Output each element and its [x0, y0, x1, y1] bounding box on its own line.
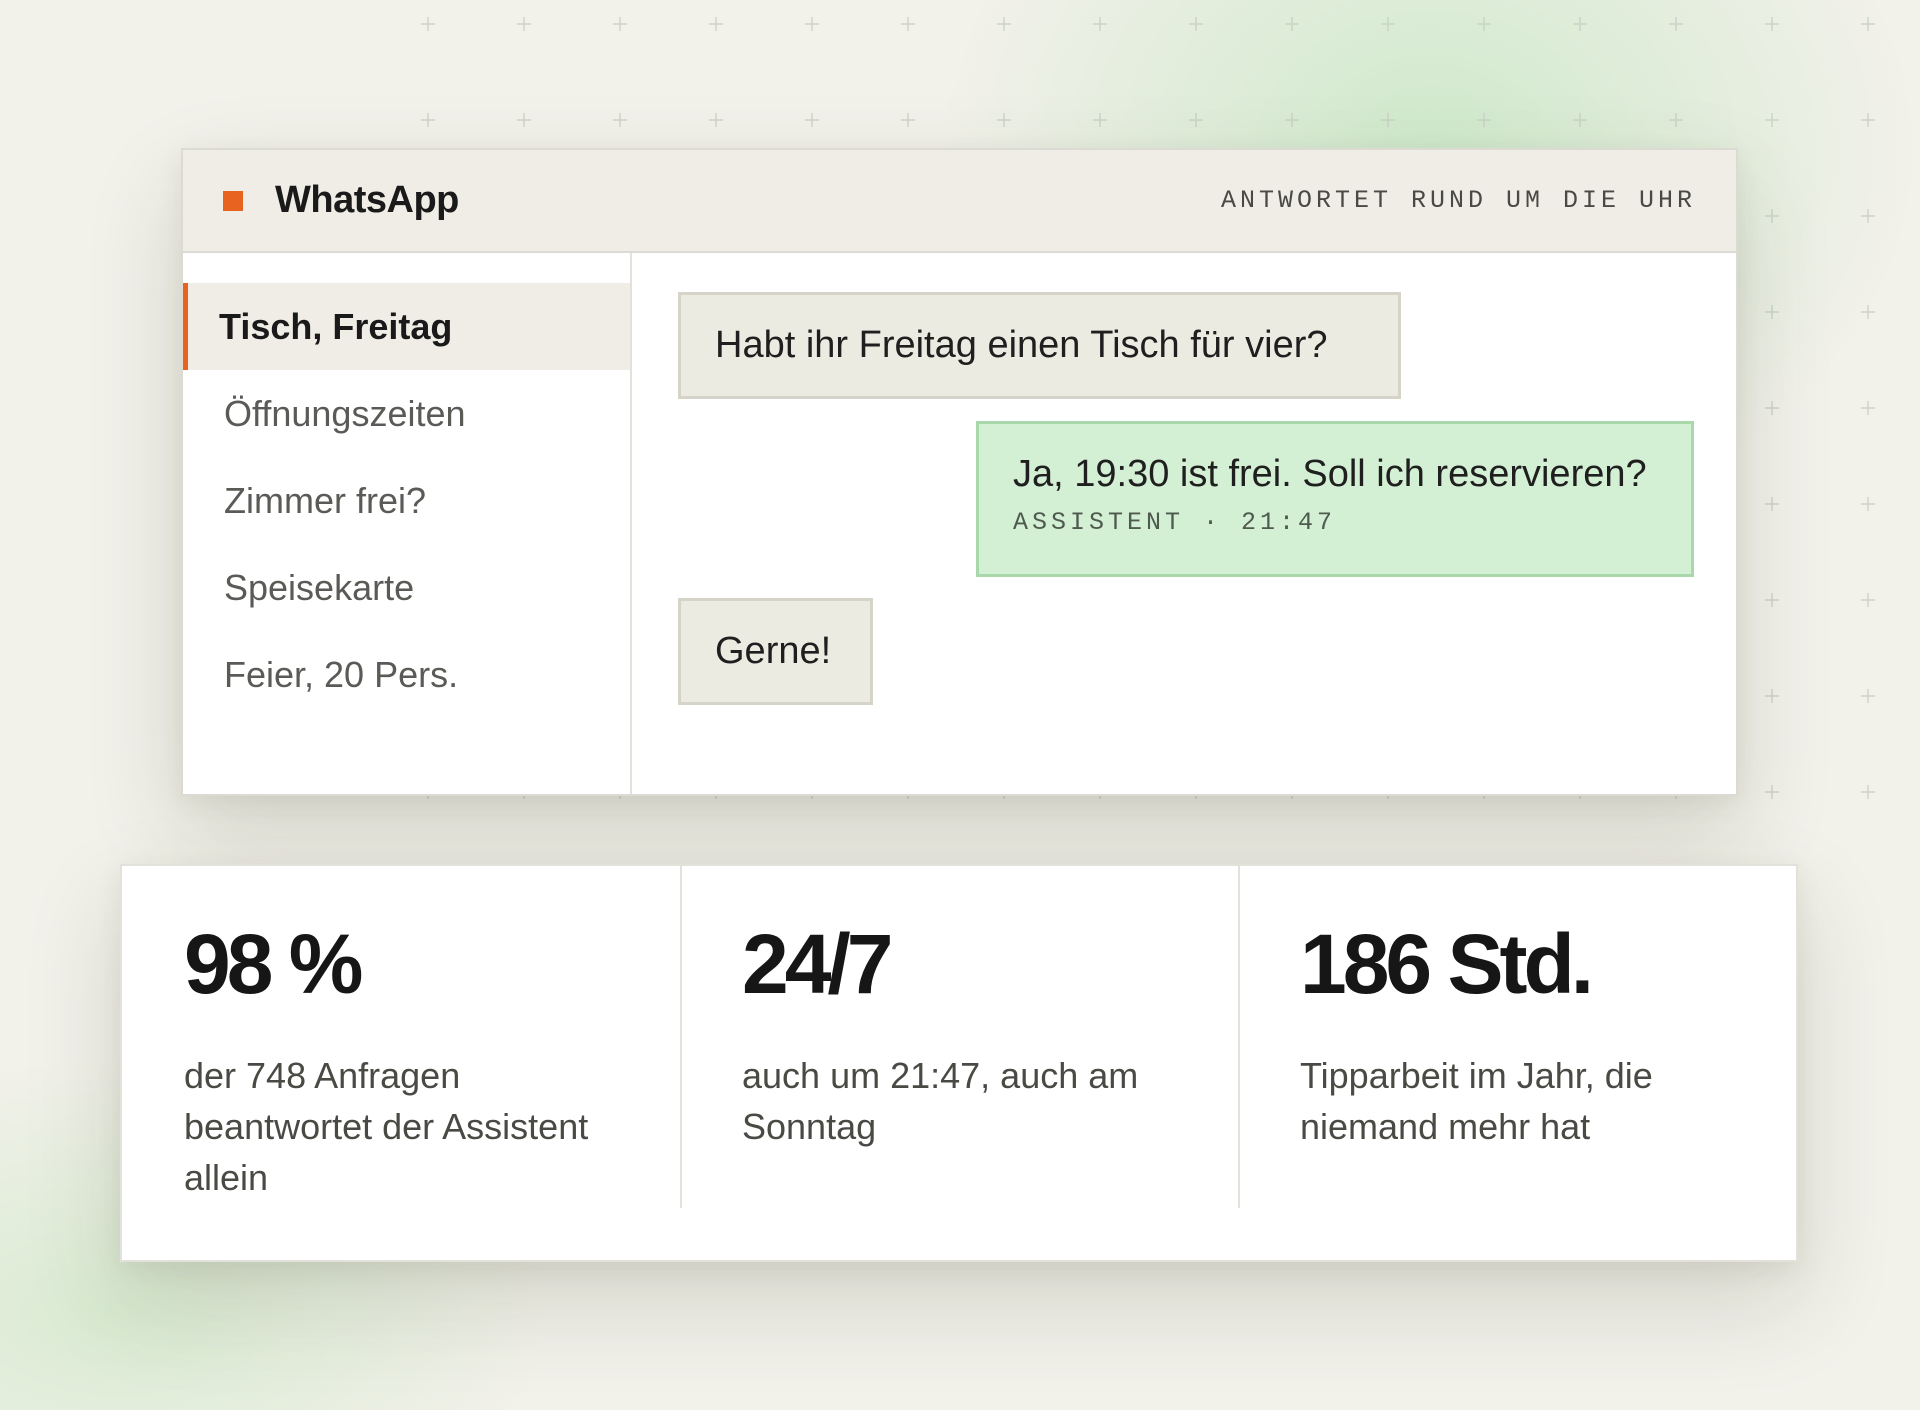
stat-value: 98 % — [184, 917, 363, 1011]
message-thread: Habt ihr Freitag einen Tisch für vier? J… — [632, 253, 1736, 794]
conversation-item-feier[interactable]: Feier, 20 Pers. — [183, 631, 630, 718]
conversation-item-tisch-freitag[interactable]: Tisch, Freitag — [183, 283, 630, 370]
message-meta: ASSISTENT · 21:47 — [1013, 508, 1337, 537]
stat-value: 186 Std. — [1300, 917, 1594, 1011]
stat-description: der 748 Anfragen beantwortet der Assiste… — [184, 1055, 589, 1198]
conversation-item-zimmer-frei[interactable]: Zimmer frei? — [183, 457, 630, 544]
message-text: Ja, 19:30 ist frei. Soll ich reservieren… — [1013, 453, 1647, 495]
app-title: WhatsApp — [275, 179, 459, 221]
incoming-message-bubble: Habt ihr Freitag einen Tisch für vier? — [678, 292, 1401, 399]
chat-window: WhatsApp ANTWORTET RUND UM DIE UHR Tisch… — [181, 148, 1738, 796]
stat-description: auch um 21:47, auch am Sonntag — [742, 1055, 1139, 1147]
stat-answer-rate: 98 % der 748 Anfragen beantwortet der As… — [122, 866, 680, 1260]
outgoing-message-bubble: Ja, 19:30 ist frei. Soll ich reservieren… — [976, 421, 1694, 577]
stat-hours-saved: 186 Std. Tipparbeit im Jahr, die niemand… — [1238, 866, 1796, 1260]
conversation-item-speisekarte[interactable]: Speisekarte — [183, 544, 630, 631]
incoming-message-bubble: Gerne! — [678, 598, 873, 705]
message-text: Gerne! — [715, 630, 832, 672]
availability-status: ANTWORTET RUND UM DIE UHR — [1220, 186, 1696, 215]
brand-square-icon — [223, 190, 243, 211]
stat-availability: 24/7 auch um 21:47, auch am Sonntag — [680, 866, 1238, 1260]
chat-header: WhatsApp ANTWORTET RUND UM DIE UHR — [183, 150, 1736, 253]
stats-card: 98 % der 748 Anfragen beantwortet der As… — [120, 864, 1798, 1262]
stat-description: Tipparbeit im Jahr, die niemand mehr hat — [1300, 1055, 1653, 1147]
chat-body: Tisch, Freitag Öffnungszeiten Zimmer fre… — [183, 253, 1736, 794]
conversation-list: Tisch, Freitag Öffnungszeiten Zimmer fre… — [183, 253, 632, 794]
message-text: Habt ihr Freitag einen Tisch für vier? — [715, 324, 1328, 366]
conversation-item-oeffnungszeiten[interactable]: Öffnungszeiten — [183, 370, 630, 457]
stat-value: 24/7 — [742, 917, 894, 1011]
